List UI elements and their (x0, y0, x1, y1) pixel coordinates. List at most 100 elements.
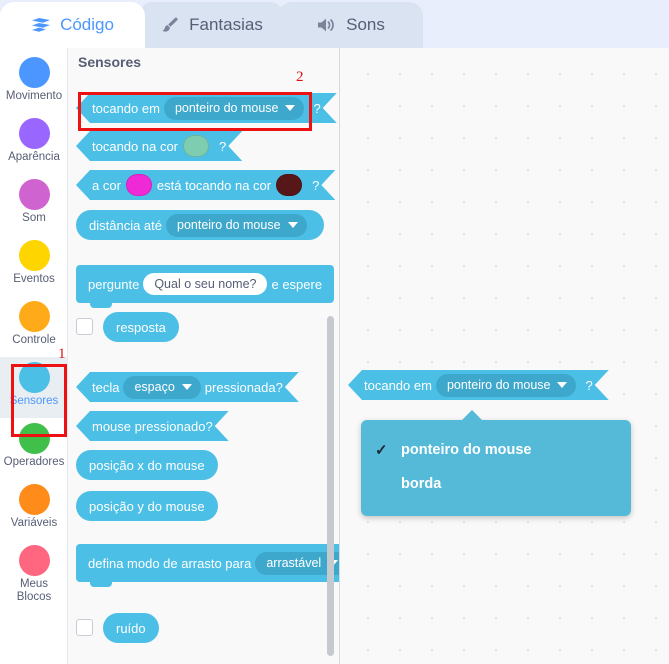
chevron-down-icon (557, 382, 567, 388)
category-color-dot (18, 118, 50, 149)
chevron-down-icon (285, 105, 295, 111)
ask-question-input[interactable]: Qual o seu nome? (143, 273, 268, 295)
block-palette[interactable]: Sensores tocando em ponteiro do mouse ? … (68, 48, 340, 664)
tab-sons[interactable]: Sons (278, 2, 423, 48)
dropdown-option-borda[interactable]: borda (361, 467, 631, 501)
block-label-suffix: pressionada? (204, 379, 283, 395)
category-color-dot (18, 179, 50, 210)
block-label: mouse pressionado? (92, 418, 213, 434)
block-label: tocando na cor (92, 138, 179, 154)
block-label: pergunte (88, 276, 140, 292)
sidebar-item-label: Controle (12, 334, 56, 346)
block-label: tocando em (92, 100, 160, 116)
block-pergunte-e-espere[interactable]: pergunte Qual o seu nome? e espere (76, 260, 335, 308)
block-label-suffix: ? (585, 377, 593, 393)
sidebar-item-label: Som (22, 212, 46, 224)
category-color-dot (18, 423, 50, 454)
block-label: tocando em (364, 377, 432, 393)
sidebar-item-label: Operadores (3, 456, 65, 468)
block-ruido[interactable]: ruído (103, 613, 159, 643)
block-tocando-na-cor[interactable]: tocando na cor ? (76, 131, 242, 161)
tab-codigo[interactable]: Código (0, 2, 145, 48)
block-label: defina modo de arrasto para (88, 555, 252, 571)
category-color-dot (18, 301, 50, 332)
dropdown-value: ponteiro do mouse (177, 218, 281, 232)
palette-scrollbar[interactable] (327, 316, 334, 656)
block-label-mid: está tocando na cor (156, 177, 272, 193)
workspace-block-group: tocando em ponteiro do mouse ? (348, 370, 609, 400)
sidebar-item-label: Sensores (9, 395, 59, 407)
block-label: tecla (92, 379, 120, 395)
tab-sons-label: Sons (346, 15, 385, 34)
block-label: distância até (89, 217, 162, 233)
chevron-down-icon (182, 384, 192, 390)
workspace-block-tocando-em[interactable]: tocando em ponteiro do mouse ? (348, 370, 609, 400)
dropdown-value: espaço (134, 380, 175, 394)
category-color-dot (18, 362, 50, 393)
sidebar-item-aparencia[interactable]: Aparência (0, 113, 67, 174)
color-swatch-first[interactable] (126, 174, 152, 196)
block-a-cor-esta-tocando[interactable]: a cor está tocando na cor ? (76, 170, 335, 200)
sidebar-item-label: Aparência (8, 151, 60, 163)
sidebar-item-label: Variáveis (10, 517, 58, 529)
tab-fantasias[interactable]: Fantasias (139, 2, 284, 48)
distance-target-dropdown[interactable]: ponteiro do mouse (166, 213, 307, 237)
workspace-canvas[interactable]: tocando em ponteiro do mouse ? ✓ ponteir… (340, 48, 669, 664)
dropdown-option-label: borda (401, 476, 442, 492)
tab-codigo-label: Código (60, 15, 114, 34)
block-label-suffix: ? (312, 177, 320, 193)
sidebar-item-meus-blocos[interactable]: Meus Blocos (0, 540, 67, 603)
block-label: resposta (116, 319, 166, 335)
palette-category-header: Sensores (78, 54, 142, 70)
sidebar-item-controle[interactable]: Controle (0, 296, 67, 357)
block-posicao-x-do-mouse[interactable]: posição x do mouse (76, 450, 218, 480)
sidebar-item-som[interactable]: Som (0, 174, 67, 235)
block-distancia-ate[interactable]: distância até ponteiro do mouse (76, 210, 324, 240)
color-swatch-second[interactable] (276, 174, 302, 196)
block-resposta[interactable]: resposta (103, 312, 179, 342)
key-select-dropdown[interactable]: espaço (123, 376, 200, 399)
category-color-dot (18, 240, 50, 271)
sidebar-item-operadores[interactable]: Operadores (0, 418, 67, 479)
block-mouse-pressionado[interactable]: mouse pressionado? (76, 411, 229, 441)
dropdown-option-ponteiro-do-mouse[interactable]: ✓ ponteiro do mouse (361, 433, 631, 467)
chevron-down-icon (287, 222, 298, 228)
checkbox-resposta[interactable] (76, 318, 93, 335)
brush-icon (160, 16, 180, 34)
sidebar-item-label: Meus Blocos (16, 578, 52, 603)
block-label: posição x do mouse (89, 457, 205, 473)
block-label-suffix: e espere (271, 276, 323, 292)
block-tecla-pressionada[interactable]: tecla espaço pressionada? (76, 372, 299, 402)
sidebar-item-movimento[interactable]: Movimento (0, 52, 67, 113)
tab-bar: Código Fantasias Sons (0, 0, 669, 48)
sidebar-item-label: Movimento (5, 90, 63, 102)
dropdown-value: ponteiro do mouse (174, 101, 279, 115)
block-label-suffix: ? (313, 100, 321, 116)
blocks-icon (31, 17, 51, 33)
main-area: Movimento Aparência Som Eventos Controle… (0, 48, 669, 664)
block-label: posição y do mouse (89, 498, 205, 514)
block-tocando-em[interactable]: tocando em ponteiro do mouse ? (76, 93, 337, 123)
dropdown-option-label: ponteiro do mouse (401, 442, 532, 458)
block-defina-modo-de-arrasto[interactable]: defina modo de arrasto para arrastável (76, 539, 339, 587)
dropdown-value: ponteiro do mouse (446, 378, 551, 392)
category-color-dot (18, 545, 50, 576)
dropdown-menu[interactable]: ✓ ponteiro do mouse borda (361, 410, 631, 516)
checkbox-ruido[interactable] (76, 619, 93, 636)
category-color-dot (18, 57, 50, 88)
block-label: a cor (92, 177, 121, 193)
sidebar-item-sensores[interactable]: Sensores (0, 357, 67, 418)
tab-fantasias-label: Fantasias (189, 15, 263, 34)
touching-target-dropdown[interactable]: ponteiro do mouse (164, 97, 305, 120)
color-swatch[interactable] (183, 135, 209, 157)
sidebar-item-variaveis[interactable]: Variáveis (0, 479, 67, 540)
category-sidebar: Movimento Aparência Som Eventos Controle… (0, 48, 68, 664)
speaker-icon (316, 17, 337, 33)
dropdown-value: arrastável (266, 556, 322, 570)
sidebar-item-eventos[interactable]: Eventos (0, 235, 67, 296)
check-icon: ✓ (375, 442, 388, 459)
block-posicao-y-do-mouse[interactable]: posição y do mouse (76, 491, 218, 521)
block-label: ruído (116, 620, 146, 636)
block-label-suffix: ? (219, 138, 227, 154)
workspace-touching-target-dropdown[interactable]: ponteiro do mouse (436, 374, 577, 397)
